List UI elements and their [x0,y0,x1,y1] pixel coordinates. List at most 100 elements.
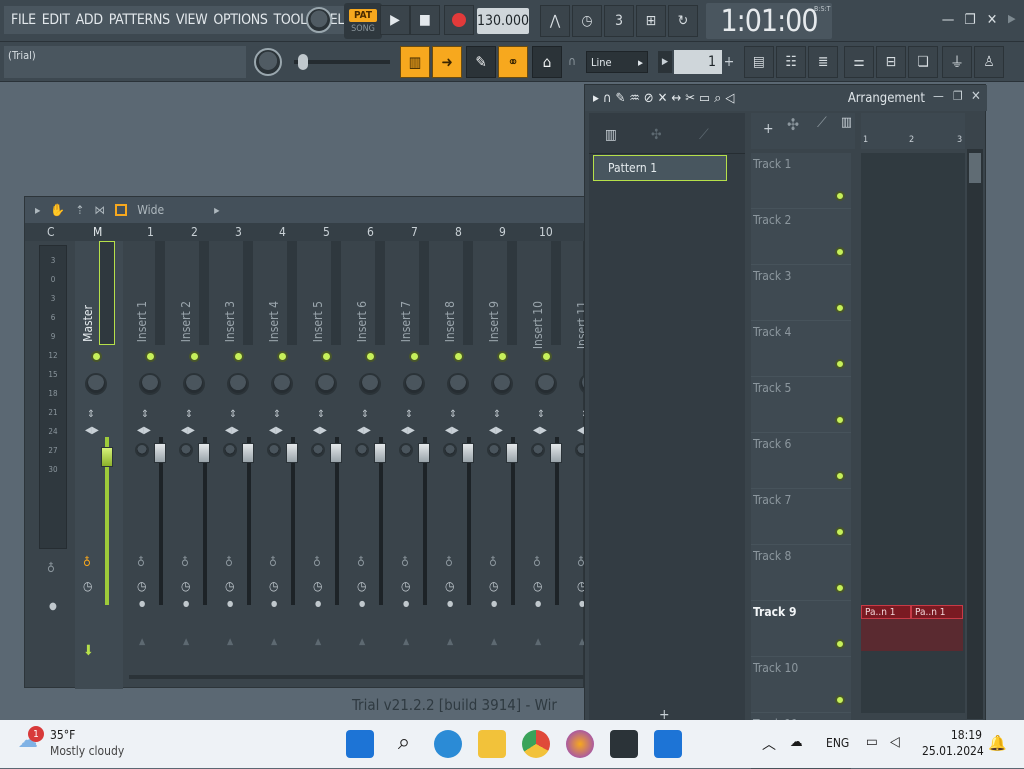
display-icon[interactable]: ▭ [866,734,878,750]
pencil-icon[interactable]: ✎ [615,91,625,106]
defender-icon[interactable] [654,730,682,758]
pat-song-toggle[interactable]: PAT SONG [344,3,382,39]
piano-roll-window-button[interactable]: ≣ [808,46,838,78]
playlist-scrollbar[interactable] [967,149,983,719]
insert-strip[interactable]: Insert 5 ⇕ ◀▶ ♁ ◷ ● ▲ [305,241,345,671]
help-button[interactable]: ♙ [974,46,1004,78]
loop-record-button[interactable]: ↻ [668,5,698,37]
track-enable-dot[interactable] [835,695,845,705]
insert-volume-knob[interactable] [399,443,413,457]
insert-pan-knob[interactable] [271,373,293,395]
track-row[interactable]: Track 2 [751,209,851,265]
insert-pan-knob[interactable] [183,373,205,395]
restore-icon[interactable]: ❐ [953,89,963,103]
insert-volume-knob[interactable] [355,443,369,457]
insert-fader[interactable] [550,443,562,463]
project-button[interactable]: ❏ [908,46,938,78]
speaker-icon[interactable]: ◁ [725,91,734,106]
channel-rack-button[interactable]: ☷ [776,46,806,78]
insert-volume-knob[interactable] [443,443,457,457]
zoom-icon[interactable]: ⌕ [714,91,721,106]
restore-button[interactable]: ❐ [960,10,980,30]
insert-fader[interactable] [330,443,342,463]
master-volume-knob[interactable] [306,7,332,33]
insert-fader[interactable] [198,443,210,463]
insert-enable-dot[interactable] [189,351,200,362]
track-row[interactable]: Track 4 [751,321,851,377]
clock-time[interactable]: 18:19 [932,728,982,742]
automation-icon[interactable]: ⟋ [699,127,709,143]
firefox-icon[interactable] [566,730,594,758]
pitch-knob[interactable] [254,48,282,76]
mixer-scrollbar[interactable] [129,675,585,679]
insert-strip[interactable]: Insert 3 ⇕ ◀▶ ♁ ◷ ● ▲ [217,241,257,671]
slice-icon[interactable]: ✂ [685,91,695,106]
insert-pan-knob[interactable] [447,373,469,395]
master-enable-dot[interactable] [91,351,102,362]
master-strip[interactable]: Master ⇕ ◀▶ ♁ ◷ ⬇ [75,241,123,689]
weather-temp[interactable]: 35°F [50,728,75,742]
add-track-icon[interactable]: + [763,121,774,137]
insert-pan-knob[interactable] [535,373,557,395]
insert-strip[interactable]: Insert 9 ⇕ ◀▶ ♁ ◷ ● ▲ [481,241,521,671]
insert-fader[interactable] [374,443,386,463]
track-row[interactable]: Track 8 [751,545,851,601]
pattern-clip[interactable]: Pa..n 1 [911,605,963,619]
menu-add[interactable]: ADD [73,6,106,34]
notification-bell-icon[interactable]: 🔔 [988,734,1007,752]
record-button[interactable] [444,5,474,35]
snap-select[interactable]: Line ▸ [586,51,648,73]
insert-fader[interactable] [418,443,430,463]
insert-enable-dot[interactable] [409,351,420,362]
insert-enable-dot[interactable] [497,351,508,362]
insert-enable-dot[interactable] [321,351,332,362]
master-pitch-slider[interactable] [294,60,390,64]
menu-edit[interactable]: EDIT [39,6,73,34]
waveform-icon[interactable]: ✣ [787,115,799,134]
insert-pan-knob[interactable] [315,373,337,395]
wide-icon[interactable] [115,204,128,216]
browser-button[interactable]: ⊟ [876,46,906,78]
insert-fader[interactable] [506,443,518,463]
insert-strip[interactable]: Insert 8 ⇕ ◀▶ ♁ ◷ ● ▲ [437,241,477,671]
mixer-mode-label[interactable]: Wide [137,203,164,217]
mixer-button[interactable]: ⚌ [844,46,874,78]
automation-icon[interactable]: ⟋ [817,115,827,131]
track-enable-dot[interactable] [835,247,845,257]
link-button[interactable]: ⚭ [498,46,528,78]
insert-strip[interactable]: Insert 10 ⇕ ◀▶ ♁ ◷ ● ▲ [525,241,565,671]
insert-fader[interactable] [242,443,254,463]
countdown-button[interactable]: 3 [604,5,634,37]
track-row[interactable]: Track 3 [751,265,851,321]
paint-icon[interactable]: ♒ [629,91,640,106]
track-row[interactable]: Track 9 [751,601,851,657]
plugin-button[interactable]: ⏚ [942,46,972,78]
master-fader[interactable] [101,447,113,467]
insert-strip[interactable]: Insert 7 ⇕ ◀▶ ♁ ◷ ● ▲ [393,241,433,671]
track-enable-dot[interactable] [835,191,845,201]
clock-date[interactable]: 25.01.2024 [922,744,984,758]
close-icon[interactable]: ✕ [971,89,981,104]
language-indicator[interactable]: ENG [826,736,849,750]
piano-icon[interactable]: ▥ [605,127,617,143]
minimize-button[interactable]: — [938,10,958,30]
insert-enable-dot[interactable] [365,351,376,362]
piano-icon[interactable]: ▥ [841,115,852,130]
pattern-prev-button[interactable]: ▶ [658,51,672,73]
track-enable-dot[interactable] [835,639,845,649]
playlist-button[interactable]: ▤ [744,46,774,78]
insert-volume-knob[interactable] [487,443,501,457]
insert-enable-dot[interactable] [145,351,156,362]
insert-strip[interactable]: Insert 6 ⇕ ◀▶ ♁ ◷ ● ▲ [349,241,389,671]
insert-pan-knob[interactable] [403,373,425,395]
master-pan-knob[interactable] [85,373,107,395]
arrow-tool-button[interactable]: ➜ [432,46,462,78]
close-button[interactable]: ✕ [982,10,1002,30]
insert-volume-knob[interactable] [179,443,193,457]
track-row[interactable]: Track 5 [751,377,851,433]
insert-fader[interactable] [462,443,474,463]
insert-enable-dot[interactable] [453,351,464,362]
edge-icon[interactable] [434,730,462,758]
insert-strip[interactable]: Insert 2 ⇕ ◀▶ ♁ ◷ ● ▲ [173,241,213,671]
track-enable-dot[interactable] [835,527,845,537]
